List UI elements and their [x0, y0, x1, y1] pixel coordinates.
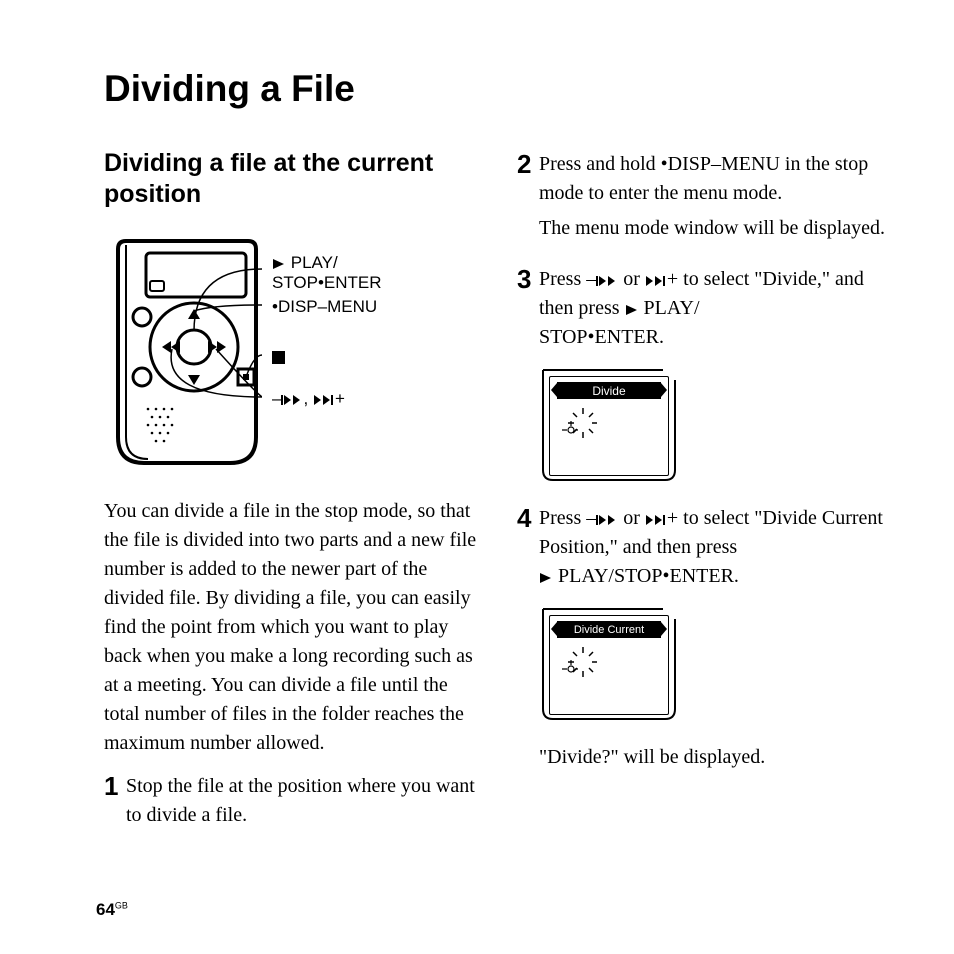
label-text: , — [303, 389, 308, 408]
play-icon — [272, 258, 286, 270]
step-3: 3 Press – or + to select "Divide," and t… — [517, 265, 890, 352]
rewind-icon — [596, 514, 618, 526]
step-number: 2 — [517, 146, 531, 184]
step-4-result: "Divide?" will be displayed. — [539, 743, 890, 772]
right-column: 2 Press and hold •DISP–MENU in the stop … — [517, 148, 890, 844]
step-text: Press and hold •DISP–MENU in the stop mo… — [539, 150, 890, 208]
step-text: Press – or + to select "Divide," and the… — [539, 268, 864, 348]
lcd-divide-current: Divide Current — [539, 605, 679, 725]
left-column: Dividing a file at the current position — [104, 148, 477, 844]
label-text: PLAY/ — [291, 253, 338, 272]
step-number: 4 — [517, 500, 531, 538]
step-text: The menu mode window will be displayed. — [539, 214, 890, 243]
intro-paragraph: You can divide a file in the stop mode, … — [104, 497, 477, 758]
step-1: 1 Stop the file at the position where yo… — [104, 772, 477, 830]
step-number: 1 — [104, 768, 118, 806]
section-heading: Dividing a file at the current position — [104, 148, 477, 211]
fast-forward-icon — [645, 275, 667, 287]
callout-stop — [272, 347, 285, 367]
fast-forward-icon — [313, 394, 335, 406]
busy-spinner-icon — [561, 408, 597, 444]
callout-disp-menu: •DISP–MENU — [272, 297, 377, 317]
page-region: GB — [115, 900, 128, 910]
label-text: STOP•ENTER — [272, 273, 382, 292]
rewind-icon — [281, 394, 303, 406]
play-icon — [625, 304, 639, 316]
step-text: Press – or + to select "Divide Current P… — [539, 507, 883, 587]
two-column-layout: Dividing a file at the current position — [104, 148, 890, 844]
triangle-right-icon — [661, 622, 667, 636]
step-number: 3 — [517, 261, 531, 299]
callout-play-stop-enter: PLAY/ STOP•ENTER — [272, 253, 382, 293]
callout-rew-ff: –, + — [272, 389, 345, 409]
triangle-right-icon — [661, 383, 667, 397]
busy-spinner-icon — [561, 647, 597, 683]
label-text: – — [272, 389, 281, 408]
page-number: 64 — [96, 900, 115, 919]
label-text: + — [335, 389, 345, 408]
step-4: 4 Press – or + to select "Divide Current… — [517, 504, 890, 591]
play-icon — [539, 572, 553, 584]
fast-forward-icon — [645, 514, 667, 526]
lcd-title: Divide — [557, 382, 661, 399]
step-text: Stop the file at the position where you … — [126, 775, 475, 826]
lcd-title: Divide Current — [557, 621, 661, 638]
rewind-icon — [596, 275, 618, 287]
stop-icon — [272, 351, 285, 364]
page-title: Dividing a File — [104, 68, 890, 110]
device-illustration: PLAY/ STOP•ENTER •DISP–MENU –, + — [112, 239, 452, 469]
device-body-svg — [112, 239, 262, 469]
step-2: 2 Press and hold •DISP–MENU in the stop … — [517, 150, 890, 243]
lcd-divide: Divide — [539, 366, 679, 486]
page-footer: 64GB — [96, 900, 128, 920]
